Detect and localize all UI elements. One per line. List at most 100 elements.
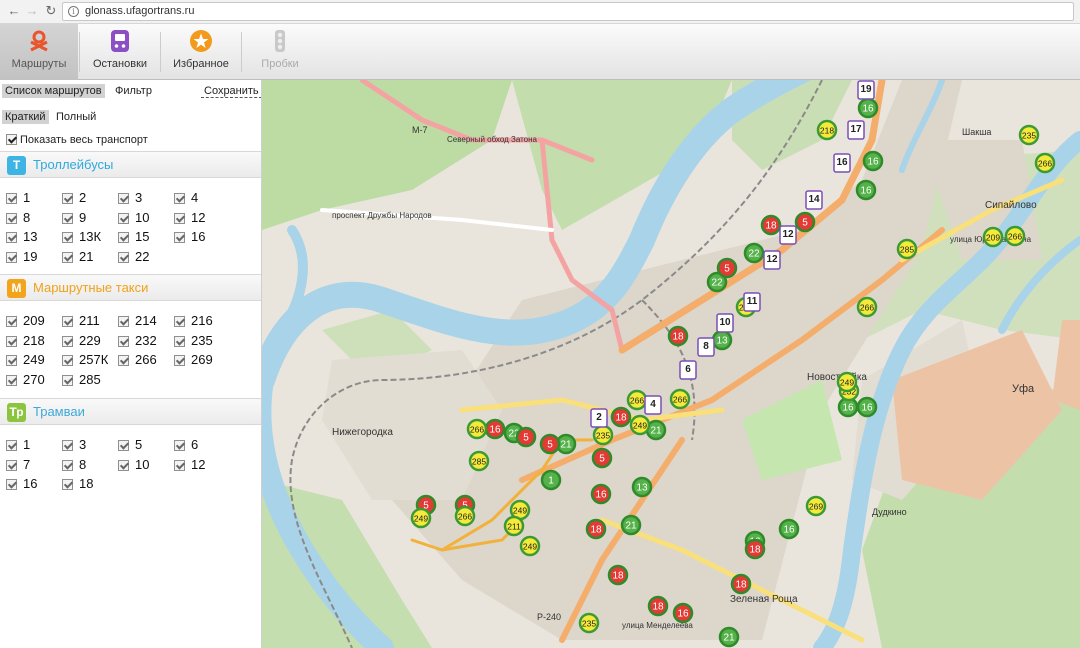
tram-marker[interactable]: 5: [515, 426, 537, 448]
tram-marker[interactable]: 18: [610, 406, 632, 428]
route-checkbox[interactable]: 16: [174, 229, 205, 244]
route-checkbox[interactable]: 12: [174, 210, 205, 225]
forward-icon[interactable]: →: [24, 3, 40, 19]
tram-marker[interactable]: 18: [607, 564, 629, 586]
tram-marker[interactable]: 16: [590, 483, 612, 505]
address-bar[interactable]: i glonass.ufagortrans.ru: [62, 2, 1074, 21]
trolleybus-marker[interactable]: 12: [779, 225, 797, 245]
tab-filter[interactable]: Фильтр: [112, 84, 155, 98]
tram-marker[interactable]: 22: [743, 242, 765, 264]
route-checkbox[interactable]: 269: [174, 352, 213, 367]
route-checkbox[interactable]: 3: [62, 437, 86, 452]
trolleybus-marker[interactable]: 17: [847, 120, 865, 140]
minibus-marker[interactable]: 285: [468, 450, 490, 472]
section-header[interactable]: Тр Трамваи: [0, 398, 261, 425]
tram-marker[interactable]: 5: [794, 211, 816, 233]
tram-marker[interactable]: 18: [647, 595, 669, 617]
route-checkbox[interactable]: 249: [6, 352, 45, 367]
favorites-button[interactable]: Избранное: [163, 24, 239, 80]
save-link[interactable]: Сохранить: [201, 84, 261, 98]
route-checkbox[interactable]: 13К: [62, 229, 101, 244]
tram-marker[interactable]: 18: [730, 573, 752, 595]
tram-marker[interactable]: 18: [744, 538, 766, 560]
minibus-marker[interactable]: 266: [1004, 225, 1026, 247]
route-checkbox[interactable]: 257К: [62, 352, 108, 367]
traffic-button[interactable]: Пробки: [244, 24, 316, 80]
route-checkbox[interactable]: 6: [174, 437, 198, 452]
route-checkbox[interactable]: 18: [62, 476, 93, 491]
minibus-marker[interactable]: 269: [805, 495, 827, 517]
trolleybus-marker[interactable]: 4: [644, 395, 662, 415]
minibus-marker[interactable]: 285: [896, 238, 918, 260]
route-checkbox[interactable]: 22: [118, 249, 149, 264]
tram-marker[interactable]: 16: [862, 150, 884, 172]
route-checkbox[interactable]: 211: [62, 313, 100, 328]
minibus-marker[interactable]: 235: [1018, 124, 1040, 146]
tram-marker[interactable]: 16: [857, 97, 879, 119]
minibus-marker[interactable]: 211: [503, 515, 525, 537]
minibus-marker[interactable]: 266: [669, 388, 691, 410]
tram-marker[interactable]: 13: [711, 329, 733, 351]
route-checkbox[interactable]: 3: [118, 190, 142, 205]
city-map[interactable]: Нижегородка Новостройка Зеленая Роща Сип…: [262, 80, 1080, 648]
tram-marker[interactable]: 18: [760, 214, 782, 236]
route-checkbox[interactable]: 13: [6, 229, 37, 244]
tram-marker[interactable]: 18: [585, 518, 607, 540]
route-checkbox[interactable]: 2: [62, 190, 86, 205]
route-checkbox[interactable]: 8: [62, 457, 86, 472]
trolleybus-marker[interactable]: 10: [716, 313, 734, 333]
tram-marker[interactable]: 1: [540, 469, 562, 491]
minibus-marker[interactable]: 209: [982, 226, 1004, 248]
route-checkbox[interactable]: 1: [6, 190, 30, 205]
tram-marker[interactable]: 13: [631, 476, 653, 498]
route-checkbox[interactable]: 19: [6, 249, 37, 264]
section-header[interactable]: T Троллейбусы: [0, 151, 261, 178]
trolleybus-marker[interactable]: 6: [679, 360, 697, 380]
route-checkbox[interactable]: 21: [62, 249, 93, 264]
view-full-tab[interactable]: Полный: [53, 110, 99, 124]
route-checkbox[interactable]: 266: [118, 352, 157, 367]
show-all-checkbox[interactable]: Показать весь транспорт: [6, 134, 148, 146]
route-checkbox[interactable]: 4: [174, 190, 198, 205]
route-checkbox[interactable]: 9: [62, 210, 86, 225]
route-checkbox[interactable]: 218: [6, 333, 45, 348]
route-checkbox[interactable]: 10: [118, 457, 149, 472]
back-icon[interactable]: ←: [6, 3, 22, 19]
route-checkbox[interactable]: 285: [62, 372, 101, 387]
minibus-marker[interactable]: 249: [629, 414, 651, 436]
route-checkbox[interactable]: 209: [6, 313, 45, 328]
route-checkbox[interactable]: 229: [62, 333, 101, 348]
tram-marker[interactable]: 18: [667, 325, 689, 347]
route-checkbox[interactable]: 214: [118, 313, 157, 328]
route-checkbox[interactable]: 5: [118, 437, 142, 452]
minibus-marker[interactable]: 249: [519, 535, 541, 557]
minibus-marker[interactable]: 249: [836, 371, 858, 393]
minibus-marker[interactable]: 249: [410, 507, 432, 529]
route-checkbox[interactable]: 1: [6, 437, 30, 452]
tram-marker[interactable]: 16: [855, 179, 877, 201]
tram-marker[interactable]: 16: [484, 418, 506, 440]
minibus-marker[interactable]: 266: [626, 389, 648, 411]
tram-marker[interactable]: 21: [620, 514, 642, 536]
tram-marker[interactable]: 5: [716, 257, 738, 279]
view-short-tab[interactable]: Краткий: [2, 110, 49, 124]
routes-button[interactable]: Маршруты: [0, 24, 78, 80]
minibus-marker[interactable]: 266: [466, 418, 488, 440]
minibus-marker[interactable]: 235: [592, 424, 614, 446]
tram-marker[interactable]: 5: [591, 447, 613, 469]
route-checkbox[interactable]: 235: [174, 333, 213, 348]
route-checkbox[interactable]: 10: [118, 210, 149, 225]
route-checkbox[interactable]: 270: [6, 372, 45, 387]
route-checkbox[interactable]: 8: [6, 210, 30, 225]
info-icon[interactable]: i: [68, 6, 79, 17]
trolleybus-marker[interactable]: 12: [763, 250, 781, 270]
route-checkbox[interactable]: 7: [6, 457, 30, 472]
minibus-marker[interactable]: 266: [1034, 152, 1056, 174]
tram-marker[interactable]: 5: [539, 433, 561, 455]
trolleybus-marker[interactable]: 11: [743, 292, 761, 312]
route-checkbox[interactable]: 15: [118, 229, 149, 244]
route-checkbox[interactable]: 16: [6, 476, 37, 491]
tab-route-list[interactable]: Список маршрутов: [2, 84, 105, 98]
minibus-marker[interactable]: 218: [816, 119, 838, 141]
trolleybus-marker[interactable]: 2: [590, 408, 608, 428]
